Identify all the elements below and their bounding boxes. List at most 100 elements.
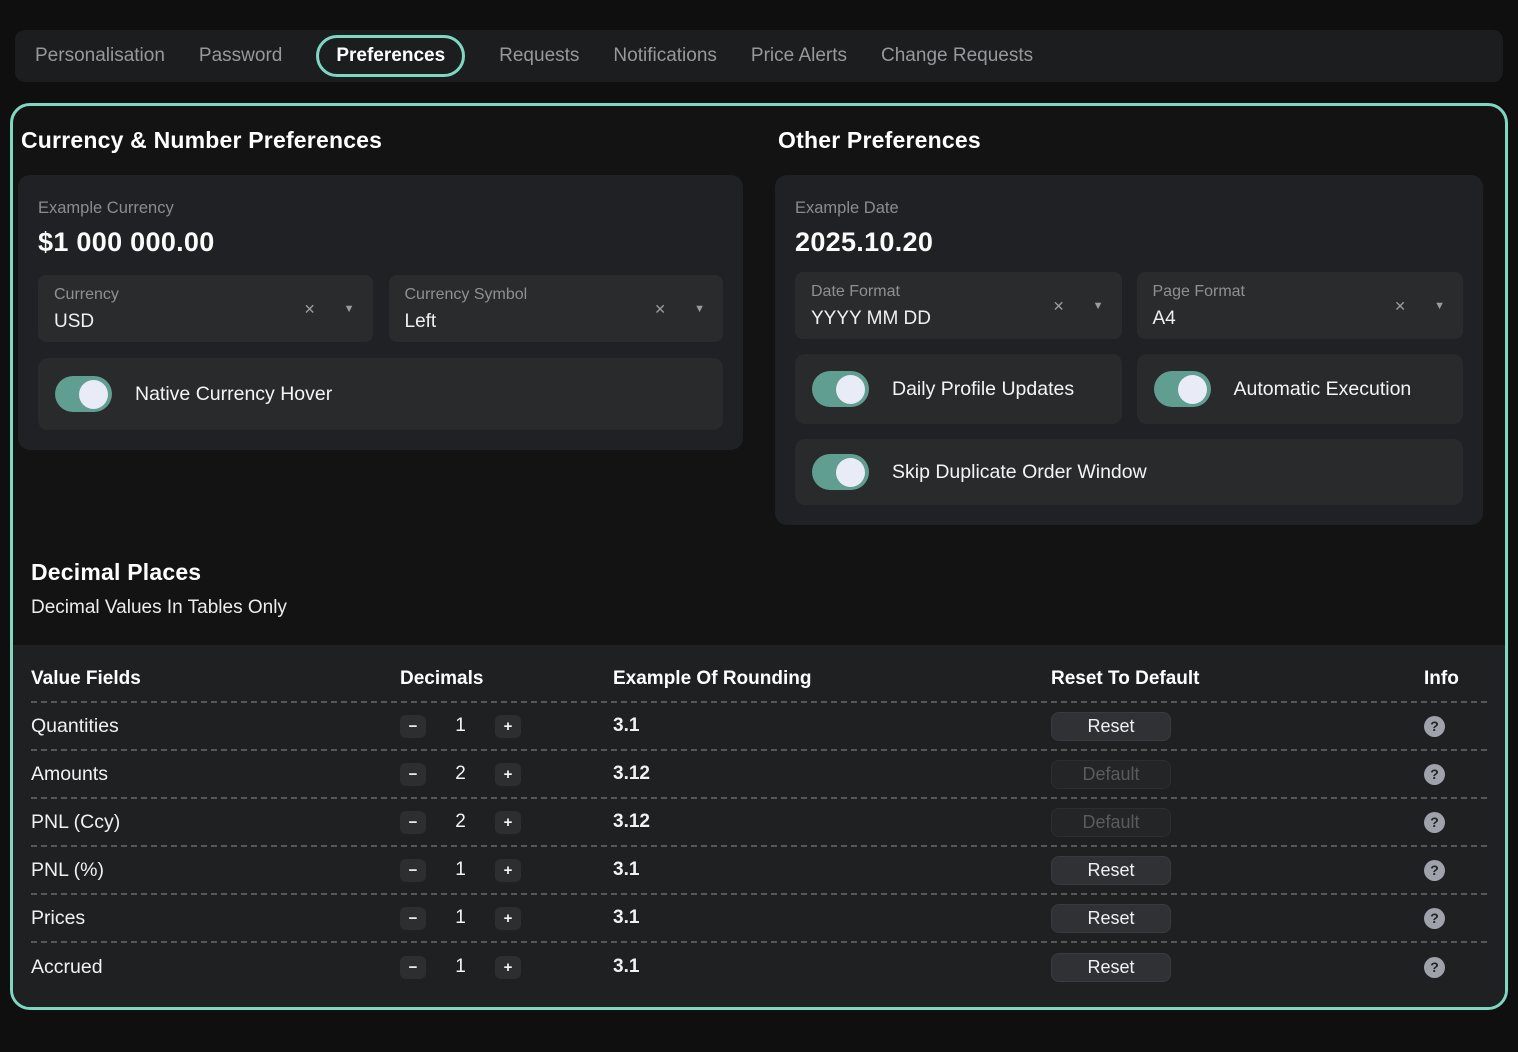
info-icon[interactable]: ? xyxy=(1424,957,1445,978)
increment-button[interactable]: + xyxy=(495,859,521,882)
table-row-accrued: Accrued − 1 + 3.1 Reset ? xyxy=(31,943,1487,991)
tab-requests[interactable]: Requests xyxy=(499,37,579,75)
info-icon[interactable]: ? xyxy=(1424,812,1445,833)
decrement-button[interactable]: − xyxy=(400,956,426,979)
info-icon[interactable]: ? xyxy=(1424,764,1445,785)
decimal-places-title: Decimal Places xyxy=(31,559,1505,586)
decimal-places-table: Value Fields Decimals Example Of Roundin… xyxy=(13,645,1505,1007)
decimals-value: 1 xyxy=(455,715,466,737)
skip-duplicate-order-window-label: Skip Duplicate Order Window xyxy=(892,461,1147,484)
rounding-example: 3.12 xyxy=(613,811,1051,833)
example-date-value: 2025.10.20 xyxy=(795,227,1463,258)
decrement-button[interactable]: − xyxy=(400,907,426,930)
native-currency-hover-row: Native Currency Hover xyxy=(38,358,723,430)
decrement-button[interactable]: − xyxy=(400,715,426,738)
increment-button[interactable]: + xyxy=(495,715,521,738)
clear-icon[interactable]: ✕ xyxy=(1394,299,1406,313)
info-icon[interactable]: ? xyxy=(1424,908,1445,929)
header-info: Info xyxy=(1416,668,1487,690)
decimals-stepper: − 1 + xyxy=(400,956,521,979)
default-button: Default xyxy=(1051,760,1171,789)
increment-button[interactable]: + xyxy=(495,811,521,834)
settings-tab-bar: Personalisation Password Preferences Req… xyxy=(15,30,1503,82)
clear-icon[interactable]: ✕ xyxy=(654,302,666,316)
decrement-button[interactable]: − xyxy=(400,859,426,882)
clear-icon[interactable]: ✕ xyxy=(304,302,316,316)
header-decimals: Decimals xyxy=(400,668,613,690)
skip-duplicate-order-window-toggle[interactable] xyxy=(812,454,869,490)
info-icon[interactable]: ? xyxy=(1424,860,1445,881)
other-field-row: Date Format YYYY MM DD ✕ ▼ Page Format A… xyxy=(795,272,1463,339)
header-value-fields: Value Fields xyxy=(31,668,400,690)
header-reset-to-default: Reset To Default xyxy=(1051,668,1416,690)
page-format-select[interactable]: Page Format A4 ✕ ▼ xyxy=(1137,272,1464,339)
decimals-stepper: − 2 + xyxy=(400,763,521,786)
table-row-amounts: Amounts − 2 + 3.12 Default ? xyxy=(31,751,1487,799)
row-label: Prices xyxy=(31,907,400,930)
increment-button[interactable]: + xyxy=(495,956,521,979)
other-preferences-card: Example Date 2025.10.20 Date Format YYYY… xyxy=(775,175,1483,525)
top-columns: Currency & Number Preferences Example Cu… xyxy=(13,119,1505,525)
chevron-down-icon[interactable]: ▼ xyxy=(694,303,705,314)
reset-button[interactable]: Reset xyxy=(1051,953,1171,982)
row-label: PNL (Ccy) xyxy=(31,811,400,834)
toggle-knob xyxy=(1178,375,1207,404)
reset-button[interactable]: Reset xyxy=(1051,712,1171,741)
tab-personalisation[interactable]: Personalisation xyxy=(35,37,165,75)
toggle-knob xyxy=(836,375,865,404)
currency-symbol-select[interactable]: Currency Symbol Left ✕ ▼ xyxy=(389,275,724,342)
decimals-value: 2 xyxy=(455,811,466,833)
decimals-stepper: − 1 + xyxy=(400,907,521,930)
increment-button[interactable]: + xyxy=(495,907,521,930)
row-label: Quantities xyxy=(31,715,400,738)
daily-profile-updates-toggle[interactable] xyxy=(812,371,869,407)
other-preferences-section: Other Preferences Example Date 2025.10.2… xyxy=(775,119,1483,525)
table-row-pnl-ccy: PNL (Ccy) − 2 + 3.12 Default ? xyxy=(31,799,1487,847)
tab-notifications[interactable]: Notifications xyxy=(613,37,717,75)
automatic-execution-row: Automatic Execution xyxy=(1137,354,1464,424)
row-label: PNL (%) xyxy=(31,859,400,882)
daily-profile-updates-label: Daily Profile Updates xyxy=(892,378,1074,401)
other-toggles-row: Daily Profile Updates Automatic Executio… xyxy=(795,354,1463,424)
chevron-down-icon[interactable]: ▼ xyxy=(1434,300,1445,311)
rounding-example: 3.1 xyxy=(613,907,1051,929)
tab-password[interactable]: Password xyxy=(199,37,282,75)
automatic-execution-toggle[interactable] xyxy=(1154,371,1211,407)
native-currency-hover-label: Native Currency Hover xyxy=(135,383,332,406)
table-row-quantities: Quantities − 1 + 3.1 Reset ? xyxy=(31,703,1487,751)
currency-card: Example Currency $1 000 000.00 Currency … xyxy=(18,175,743,450)
table-row-pnl-pct: PNL (%) − 1 + 3.1 Reset ? xyxy=(31,847,1487,895)
decimals-value: 2 xyxy=(455,763,466,785)
decimal-places-subtitle: Decimal Values In Tables Only xyxy=(31,597,1505,619)
reset-button[interactable]: Reset xyxy=(1051,856,1171,885)
info-icon[interactable]: ? xyxy=(1424,716,1445,737)
clear-icon[interactable]: ✕ xyxy=(1053,299,1065,313)
chevron-down-icon[interactable]: ▼ xyxy=(344,303,355,314)
chevron-down-icon[interactable]: ▼ xyxy=(1093,300,1104,311)
rounding-example: 3.1 xyxy=(613,859,1051,881)
reset-button[interactable]: Reset xyxy=(1051,904,1171,933)
currency-number-preferences-section: Currency & Number Preferences Example Cu… xyxy=(18,119,743,525)
currency-select[interactable]: Currency USD ✕ ▼ xyxy=(38,275,373,342)
tab-price-alerts[interactable]: Price Alerts xyxy=(751,37,847,75)
decimals-value: 1 xyxy=(455,859,466,881)
row-label: Amounts xyxy=(31,763,400,786)
automatic-execution-label: Automatic Execution xyxy=(1234,378,1412,401)
date-format-select[interactable]: Date Format YYYY MM DD ✕ ▼ xyxy=(795,272,1122,339)
default-button: Default xyxy=(1051,808,1171,837)
tab-change-requests[interactable]: Change Requests xyxy=(881,37,1033,75)
row-label: Accrued xyxy=(31,956,400,979)
toggle-knob xyxy=(79,380,108,409)
decrement-button[interactable]: − xyxy=(400,763,426,786)
other-section-title: Other Preferences xyxy=(778,127,1483,154)
tab-preferences[interactable]: Preferences xyxy=(316,35,465,77)
currency-field-row: Currency USD ✕ ▼ Currency Symbol Left ✕ … xyxy=(38,275,723,342)
increment-button[interactable]: + xyxy=(495,763,521,786)
example-currency-block: Example Currency $1 000 000.00 xyxy=(38,199,723,258)
decimals-stepper: − 2 + xyxy=(400,811,521,834)
decrement-button[interactable]: − xyxy=(400,811,426,834)
native-currency-hover-toggle[interactable] xyxy=(55,376,112,412)
daily-profile-updates-row: Daily Profile Updates xyxy=(795,354,1122,424)
rounding-example: 3.1 xyxy=(613,956,1051,978)
toggle-knob xyxy=(836,458,865,487)
